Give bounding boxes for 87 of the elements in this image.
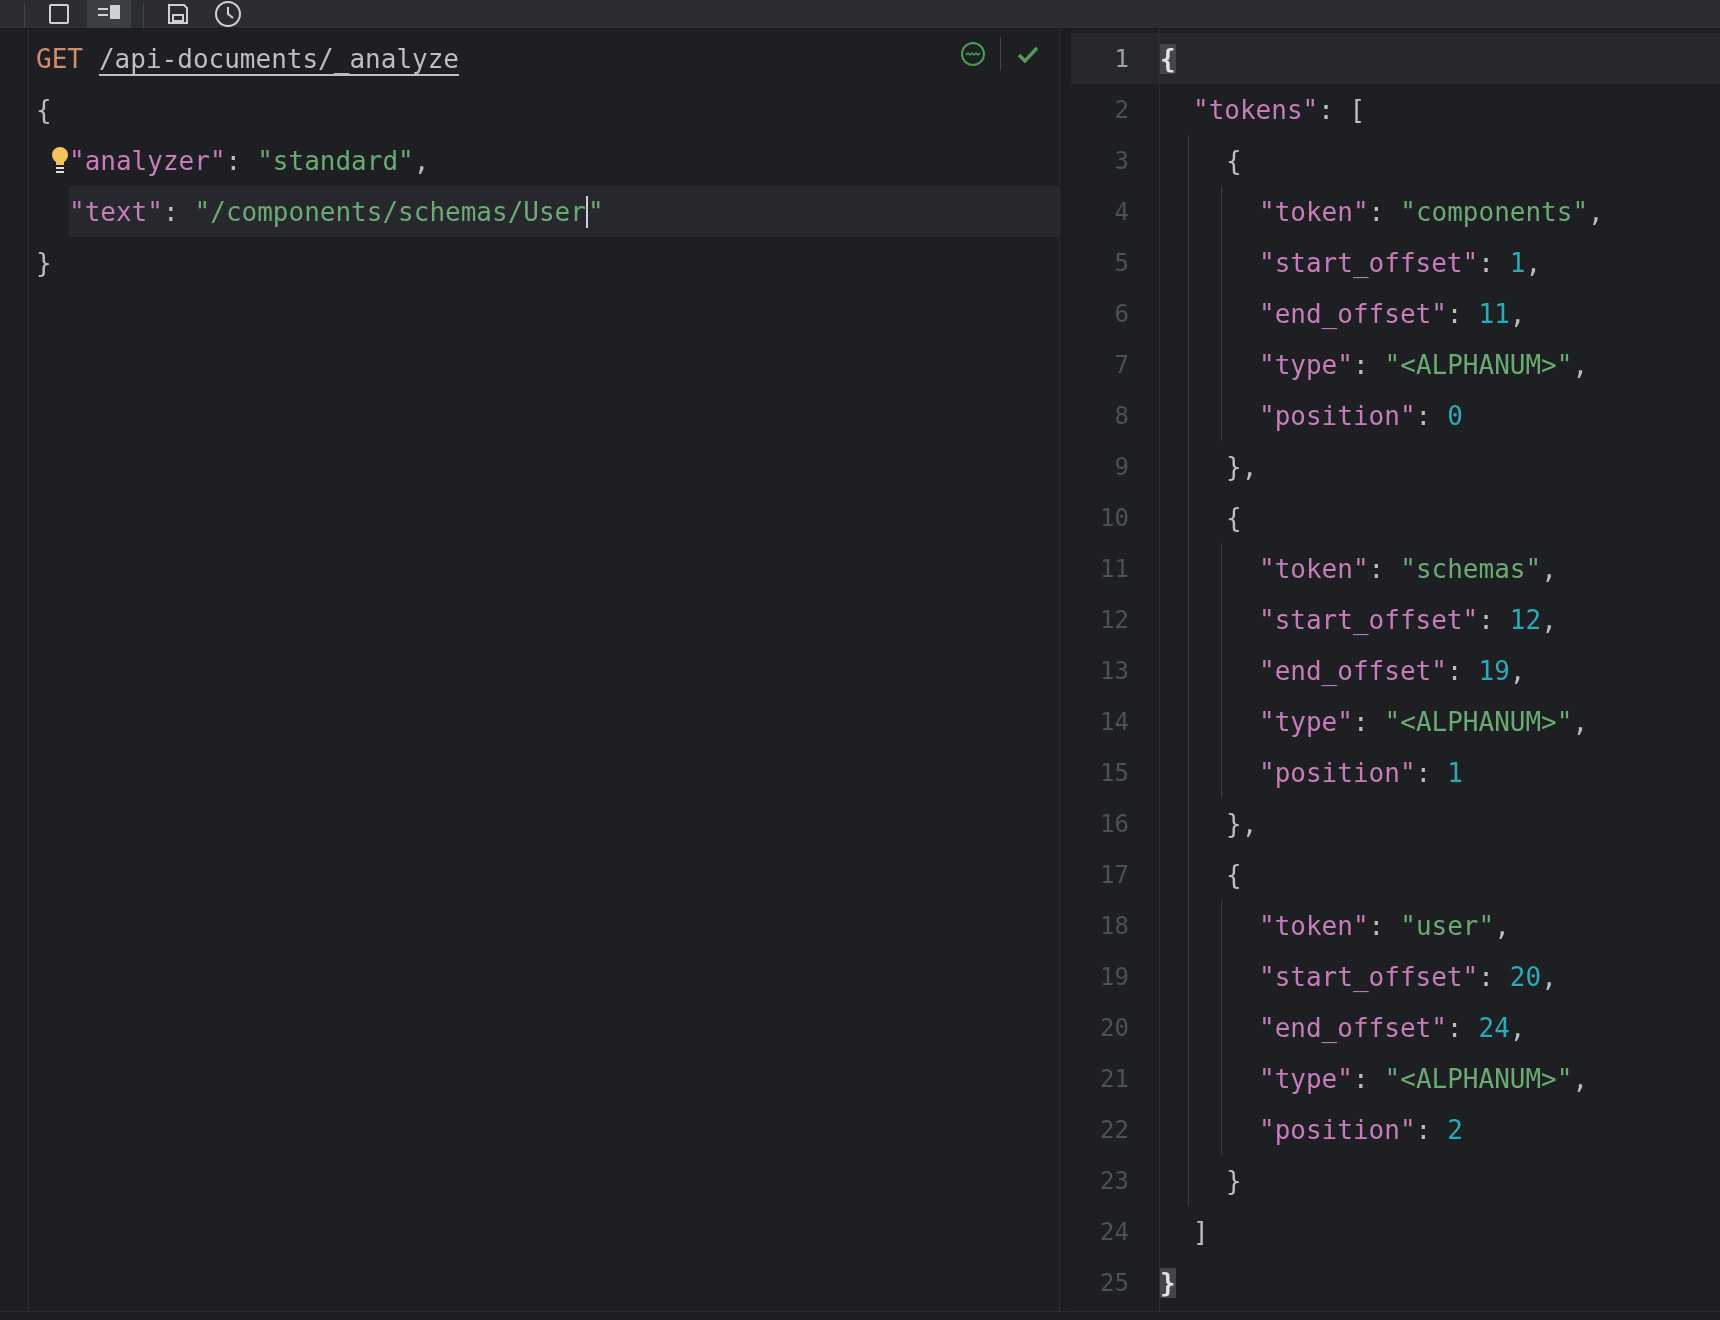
json-punctuation: : (1415, 1114, 1432, 1145)
json-number: 0 (1447, 400, 1463, 431)
http-method: GET (36, 43, 83, 74)
json-punctuation: , (1494, 910, 1510, 941)
json-key: "end_offset" (1259, 655, 1447, 686)
json-key: "position" (1259, 757, 1416, 788)
json-punctuation: , (1509, 1012, 1526, 1043)
matched-brace: } (1160, 1267, 1176, 1298)
json-punctuation: , (1541, 553, 1557, 584)
json-key: "type" (1259, 706, 1353, 737)
json-punctuation: : (1415, 757, 1432, 788)
json-string: "components" (1400, 196, 1589, 227)
json-punctuation: , (1572, 706, 1589, 737)
request-url[interactable]: /api-documents/_analyze (98, 43, 459, 74)
json-punctuation: , (1509, 298, 1526, 329)
json-punctuation: } (36, 247, 52, 278)
json-key: "token" (1259, 553, 1369, 584)
json-punctuation: : (1446, 1012, 1463, 1043)
json-punctuation: { (36, 94, 52, 125)
json-number: 1 (1447, 757, 1463, 788)
json-number: 2 (1447, 1114, 1463, 1145)
json-key: "token" (1259, 196, 1369, 227)
json-string: "<ALPHANUM>" (1384, 706, 1573, 737)
json-string: "/components/schemas/User (194, 196, 586, 227)
single-pane-icon (47, 2, 71, 26)
json-number: 11 (1478, 298, 1510, 329)
json-punctuation: , (1572, 1063, 1589, 1094)
json-key: "start_offset" (1259, 961, 1479, 992)
json-key: "start_offset" (1259, 247, 1479, 278)
json-punctuation: { (1226, 859, 1242, 890)
json-punctuation: : (1368, 196, 1385, 227)
json-key: "end_offset" (1259, 1012, 1447, 1043)
json-key: "position" (1259, 400, 1416, 431)
json-key: "start_offset" (1259, 604, 1479, 635)
json-punctuation: }, (1226, 808, 1258, 839)
line-number: 1 (1071, 33, 1159, 84)
json-string: "standard" (257, 145, 414, 176)
json-punctuation: : (1368, 910, 1385, 941)
json-punctuation: : (1352, 349, 1369, 380)
json-string: "<ALPHANUM>" (1384, 1063, 1573, 1094)
json-punctuation: : (1478, 604, 1494, 635)
json-punctuation: : (225, 145, 242, 176)
json-punctuation: , (1509, 655, 1526, 686)
json-punctuation: : (1352, 706, 1369, 737)
json-string: "user" (1400, 910, 1495, 941)
json-key: "analyzer" (69, 145, 226, 176)
json-punctuation: : [ (1318, 94, 1366, 125)
json-key: "tokens" (1193, 94, 1319, 125)
json-punctuation: { (1226, 145, 1242, 176)
json-punctuation: { (1226, 502, 1242, 533)
json-number: 24 (1478, 1012, 1510, 1043)
json-key: "token" (1259, 910, 1369, 941)
json-punctuation: : (1478, 961, 1494, 992)
json-punctuation: : (1446, 655, 1463, 686)
json-number: 20 (1509, 961, 1542, 992)
json-punctuation: , (413, 145, 430, 176)
json-punctuation: : (162, 196, 179, 227)
json-punctuation: : (1415, 400, 1432, 431)
json-punctuation: , (1572, 349, 1589, 380)
json-key: "type" (1259, 349, 1353, 380)
json-punctuation: : (1478, 247, 1494, 278)
clock-icon (214, 0, 242, 28)
json-punctuation: }, (1226, 451, 1258, 482)
json-key: "position" (1259, 1114, 1416, 1145)
json-key: "text" (69, 196, 163, 227)
json-punctuation: : (1352, 1063, 1369, 1094)
json-number: 1 (1509, 247, 1526, 278)
json-string: "schemas" (1400, 553, 1542, 584)
split-pane-button[interactable] (87, 0, 131, 28)
matched-brace: { (1160, 43, 1176, 74)
wave-circle-icon (960, 41, 986, 67)
lightbulb-icon[interactable] (51, 145, 69, 176)
json-punctuation: , (1541, 961, 1557, 992)
json-punctuation: } (1226, 1165, 1242, 1196)
text-cursor (585, 195, 588, 228)
json-string: "<ALPHANUM>" (1384, 349, 1573, 380)
json-key: "type" (1259, 1063, 1353, 1094)
json-punctuation: , (1525, 247, 1542, 278)
json-punctuation: , (1541, 604, 1557, 635)
json-string: " (587, 196, 604, 227)
json-punctuation: : (1368, 553, 1385, 584)
json-punctuation: : (1446, 298, 1463, 329)
json-key: "end_offset" (1259, 298, 1447, 329)
json-number: 12 (1509, 604, 1542, 635)
json-number: 19 (1478, 655, 1510, 686)
json-punctuation: , (1588, 196, 1604, 227)
json-punctuation: ] (1193, 1216, 1209, 1247)
